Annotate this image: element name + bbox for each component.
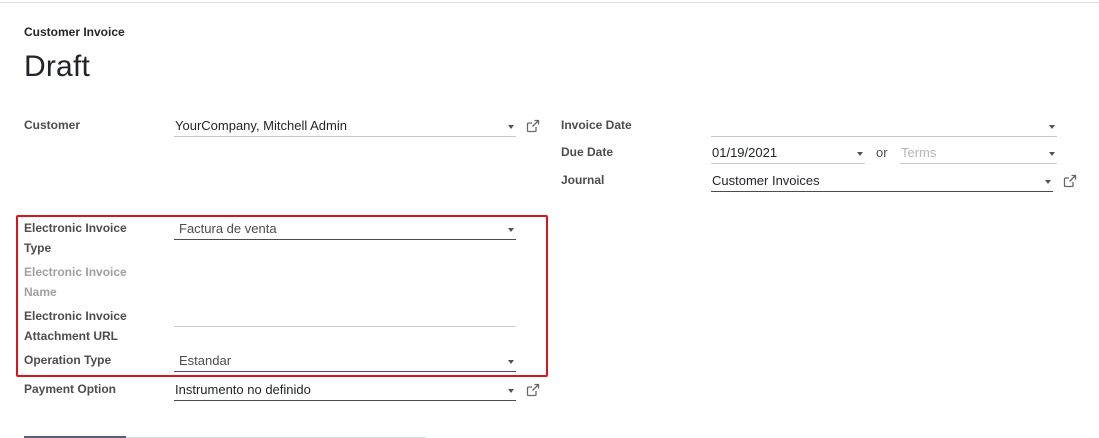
invoice-date-label: Invoice Date: [561, 118, 632, 132]
e-invoice-type-label-line1: Electronic Invoice: [24, 221, 127, 235]
operation-type-select[interactable]: Estandar: [174, 350, 516, 372]
e-invoice-url-label-line2: Attachment URL: [24, 329, 119, 343]
e-invoice-name-label: Electronic Invoice Name: [24, 262, 127, 302]
due-date-label: Due Date: [561, 145, 614, 159]
external-link-icon[interactable]: [526, 119, 540, 133]
e-invoice-url-input[interactable]: [174, 305, 516, 327]
e-invoice-url-label: Electronic Invoice Attachment URL: [24, 306, 127, 346]
caret-down-icon[interactable]: [1049, 125, 1055, 129]
operation-type-label: Operation Type: [24, 353, 112, 367]
journal-field[interactable]: Customer Invoices: [711, 170, 1053, 192]
caret-down-icon[interactable]: [508, 389, 514, 393]
terms-placeholder: Terms: [901, 145, 937, 160]
e-invoice-name-label-line1: Electronic Invoice: [24, 265, 127, 279]
top-divider: [0, 2, 1099, 3]
caret-down-icon[interactable]: [857, 152, 863, 156]
e-invoice-type-select[interactable]: Factura de venta: [174, 218, 516, 240]
external-link-icon[interactable]: [526, 383, 540, 397]
operation-type-value: Estandar: [179, 353, 232, 368]
e-invoice-url-label-line1: Electronic Invoice: [24, 309, 127, 323]
payment-option-field[interactable]: Instrumento no definido: [174, 379, 516, 401]
journal-label: Journal: [561, 173, 605, 187]
caret-down-icon[interactable]: [508, 125, 514, 129]
e-invoice-type-value: Factura de venta: [179, 221, 277, 236]
document-type-title: Customer Invoice: [24, 25, 125, 39]
or-separator: or: [876, 145, 888, 160]
external-link-icon[interactable]: [1063, 174, 1077, 188]
due-date-value: 01/19/2021: [712, 145, 778, 160]
e-invoice-name-label-line2: Name: [24, 285, 57, 299]
caret-down-icon[interactable]: [508, 360, 514, 364]
e-invoice-type-label: Electronic Invoice Type: [24, 218, 127, 258]
payment-terms-field[interactable]: Terms: [900, 142, 1057, 164]
payment-option-value: Instrumento no definido: [175, 382, 311, 397]
customer-value: YourCompany, Mitchell Admin: [175, 118, 347, 133]
caret-down-icon[interactable]: [1049, 152, 1055, 156]
invoice-state-title: Draft: [24, 50, 91, 83]
customer-label: Customer: [24, 118, 81, 132]
journal-value: Customer Invoices: [712, 173, 820, 188]
payment-option-label: Payment Option: [24, 382, 117, 396]
e-invoice-type-label-line2: Type: [24, 241, 52, 255]
due-date-field[interactable]: 01/19/2021: [711, 142, 865, 164]
caret-down-icon[interactable]: [1045, 180, 1051, 184]
customer-field[interactable]: YourCompany, Mitchell Admin: [174, 115, 516, 137]
invoice-date-field[interactable]: [711, 115, 1057, 137]
caret-down-icon[interactable]: [508, 228, 514, 232]
